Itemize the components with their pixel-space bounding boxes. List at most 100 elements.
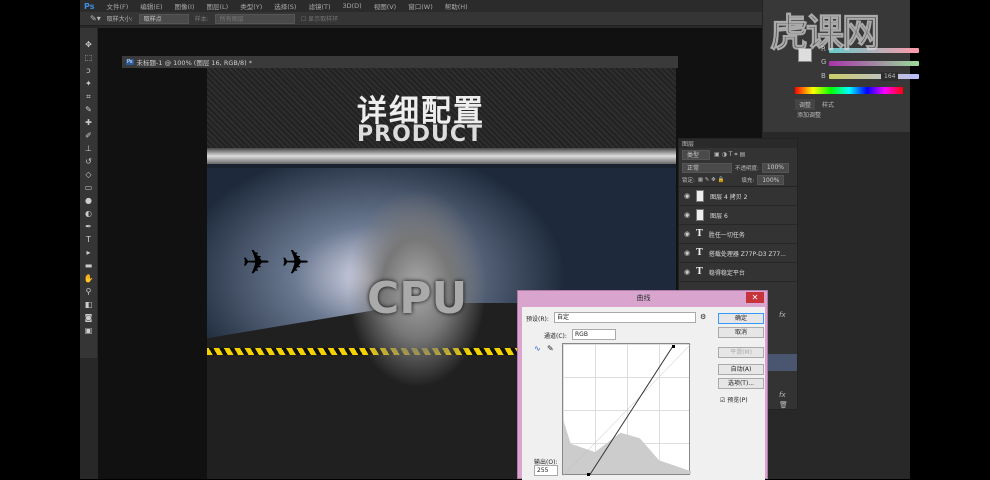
healing-tool-icon[interactable]: ✚ — [85, 118, 92, 128]
menu-layer[interactable]: 图层(L) — [206, 1, 228, 11]
menu-window[interactable]: 窗口(W) — [408, 1, 433, 11]
screen-mode-icon[interactable]: ▣ — [85, 326, 93, 336]
layer-row[interactable]: ◉ T 胜任一切任务 — [679, 225, 797, 244]
marquee-tool-icon[interactable]: ⬚ — [85, 53, 93, 63]
blur-tool-icon[interactable]: ● — [85, 196, 92, 206]
zoom-tool-icon[interactable]: ⚲ — [86, 287, 92, 297]
eye-icon[interactable]: ◉ — [684, 230, 690, 238]
preview-label: 预览(P) — [727, 397, 748, 404]
gradient-tool-icon[interactable]: ▭ — [85, 183, 93, 193]
tab-adjustments[interactable]: 调整 — [795, 99, 816, 110]
menu-select[interactable]: 选择(S) — [274, 1, 296, 11]
b-value[interactable]: 164 — [881, 72, 899, 81]
curve-graph[interactable] — [562, 343, 691, 476]
layer-row[interactable]: ◉ 图层 4 拷贝 2 — [679, 187, 797, 206]
fill-label: 填充: — [741, 178, 755, 184]
channel-select[interactable]: RGB — [572, 329, 616, 340]
layer-name: 图层 4 拷贝 2 — [710, 193, 748, 201]
smooth-button[interactable]: 平滑(M) — [718, 347, 764, 358]
channel-b-label: B — [821, 72, 826, 80]
filter-icons[interactable]: ▣ ◑ T ⌗ ▤ — [714, 151, 745, 159]
color-swatches-icon[interactable]: ◧ — [85, 300, 93, 310]
cpu-text: CPU — [367, 273, 468, 324]
pencil-icon[interactable]: ✎ — [547, 344, 554, 353]
trash-icon[interactable]: 🗑 — [779, 401, 788, 409]
preset-select[interactable]: 自定 — [554, 312, 696, 323]
curve-edit-icon[interactable]: ∿ — [534, 344, 541, 353]
menu-type[interactable]: 类型(Y) — [240, 1, 262, 11]
pen-tool-icon[interactable]: ✒ — [85, 222, 92, 232]
sample-label: 样本: — [194, 16, 209, 23]
document-tab[interactable]: Ps 未标题-1 @ 100% (图层 16, RGB/8) * — [122, 56, 678, 68]
jet-silhouette-icon: ✈ ✈ — [242, 243, 310, 283]
eyedropper-icon[interactable]: ✎▾ — [90, 14, 101, 23]
lasso-tool-icon[interactable]: ↄ — [86, 66, 90, 76]
eye-icon[interactable]: ◉ — [684, 268, 690, 276]
sample-select[interactable]: 所有图层 — [214, 13, 295, 24]
color-spectrum[interactable] — [795, 87, 903, 94]
quick-select-tool-icon[interactable]: ✦ — [85, 79, 92, 89]
menu-help[interactable]: 帮助(H) — [445, 1, 468, 11]
tab-styles[interactable]: 样式 — [818, 99, 838, 110]
silver-bar — [207, 148, 676, 164]
type-tool-icon[interactable]: T — [86, 235, 91, 245]
stamp-tool-icon[interactable]: ⊥ — [85, 144, 92, 154]
history-brush-icon[interactable]: ↺ — [85, 157, 92, 167]
sample-size-label: 取样大小: — [106, 16, 133, 23]
cancel-button[interactable]: 取消 — [718, 327, 764, 338]
dodge-tool-icon[interactable]: ◐ — [85, 209, 92, 219]
path-select-icon[interactable]: ▸ — [86, 248, 90, 258]
fx-icon[interactable]: fx — [779, 311, 786, 319]
crop-tool-icon[interactable]: ⌗ — [86, 92, 91, 102]
text-layer-icon: T — [696, 248, 703, 258]
ok-button[interactable]: 确定 — [718, 313, 764, 324]
menu-image[interactable]: 图像(I) — [174, 1, 194, 11]
document-title: 未标题-1 @ 100% (图层 16, RGB/8) * — [136, 59, 253, 67]
options-button[interactable]: 选项(T)... — [718, 378, 764, 389]
move-tool-icon[interactable]: ✥ — [85, 40, 92, 50]
eraser-tool-icon[interactable]: ◇ — [85, 170, 91, 180]
channel-g-label: G — [821, 58, 827, 66]
layer-thumbnail — [696, 190, 705, 202]
layer-name: 图层 6 — [710, 212, 728, 220]
eye-icon[interactable]: ◉ — [684, 211, 690, 219]
auto-button[interactable]: 自动(A) — [718, 364, 764, 375]
show-ring-label: 显示取样环 — [308, 16, 339, 23]
hand-tool-icon[interactable]: ✋ — [84, 274, 94, 284]
quick-mask-icon[interactable]: ◙ — [85, 313, 93, 323]
curves-dialog: 曲线 ✕ 预设(R): 自定 ⚙ 通道(C): RGB ∿ ✎ 输出(O): 2… — [517, 290, 768, 480]
fill-input[interactable]: 100% — [757, 175, 785, 185]
layer-row[interactable]: ◉ 图层 6 — [679, 206, 797, 225]
ps-logo: Ps — [84, 1, 95, 11]
eye-icon[interactable]: ◉ — [684, 192, 690, 200]
eyedropper-tool-icon[interactable]: ✎ — [85, 105, 92, 115]
sample-size-select[interactable]: 取样点 — [138, 13, 189, 24]
gear-icon[interactable]: ⚙ — [700, 313, 706, 321]
menu-edit[interactable]: 编辑(E) — [140, 1, 162, 11]
layer-filter-select[interactable]: 类型 — [682, 149, 710, 160]
menu-filter[interactable]: 滤镜(T) — [308, 1, 330, 11]
g-slider[interactable] — [829, 61, 919, 66]
brush-tool-icon[interactable]: ✐ — [85, 131, 92, 141]
eye-icon[interactable]: ◉ — [684, 249, 690, 257]
layer-row[interactable]: ◉ T 稳得稳定平台 — [679, 263, 797, 282]
output-input[interactable]: 255 — [534, 465, 558, 476]
close-icon[interactable]: ✕ — [746, 292, 764, 303]
menu-3d[interactable]: 3D(D) — [342, 2, 361, 10]
menu-view[interactable]: 视图(V) — [374, 1, 397, 11]
blend-mode-select[interactable]: 正常 — [682, 162, 732, 173]
preset-label: 预设(R): — [526, 316, 549, 323]
opacity-input[interactable]: 100% — [761, 162, 790, 173]
ps-doc-icon: Ps — [126, 59, 134, 65]
layers-tab[interactable]: 图层 — [679, 139, 797, 148]
shape-tool-icon[interactable]: ▬ — [85, 261, 93, 271]
menu-file[interactable]: 文件(F) — [106, 1, 128, 11]
curve-line[interactable] — [563, 344, 691, 476]
b-slider[interactable] — [829, 74, 919, 79]
layer-name: 稳得稳定平台 — [708, 269, 745, 277]
show-ring-checkbox[interactable]: ☐ 显示取样环 — [301, 14, 338, 23]
lock-icons[interactable]: ▦ ✎ ✥ 🔒 — [698, 177, 725, 183]
preview-checkbox[interactable]: ☑ 预览(P) — [720, 395, 748, 404]
fx-icon[interactable]: fx — [779, 391, 786, 399]
layer-row[interactable]: ◉ T 搭载处理器 Z77P-D3 Z77... — [679, 244, 797, 263]
